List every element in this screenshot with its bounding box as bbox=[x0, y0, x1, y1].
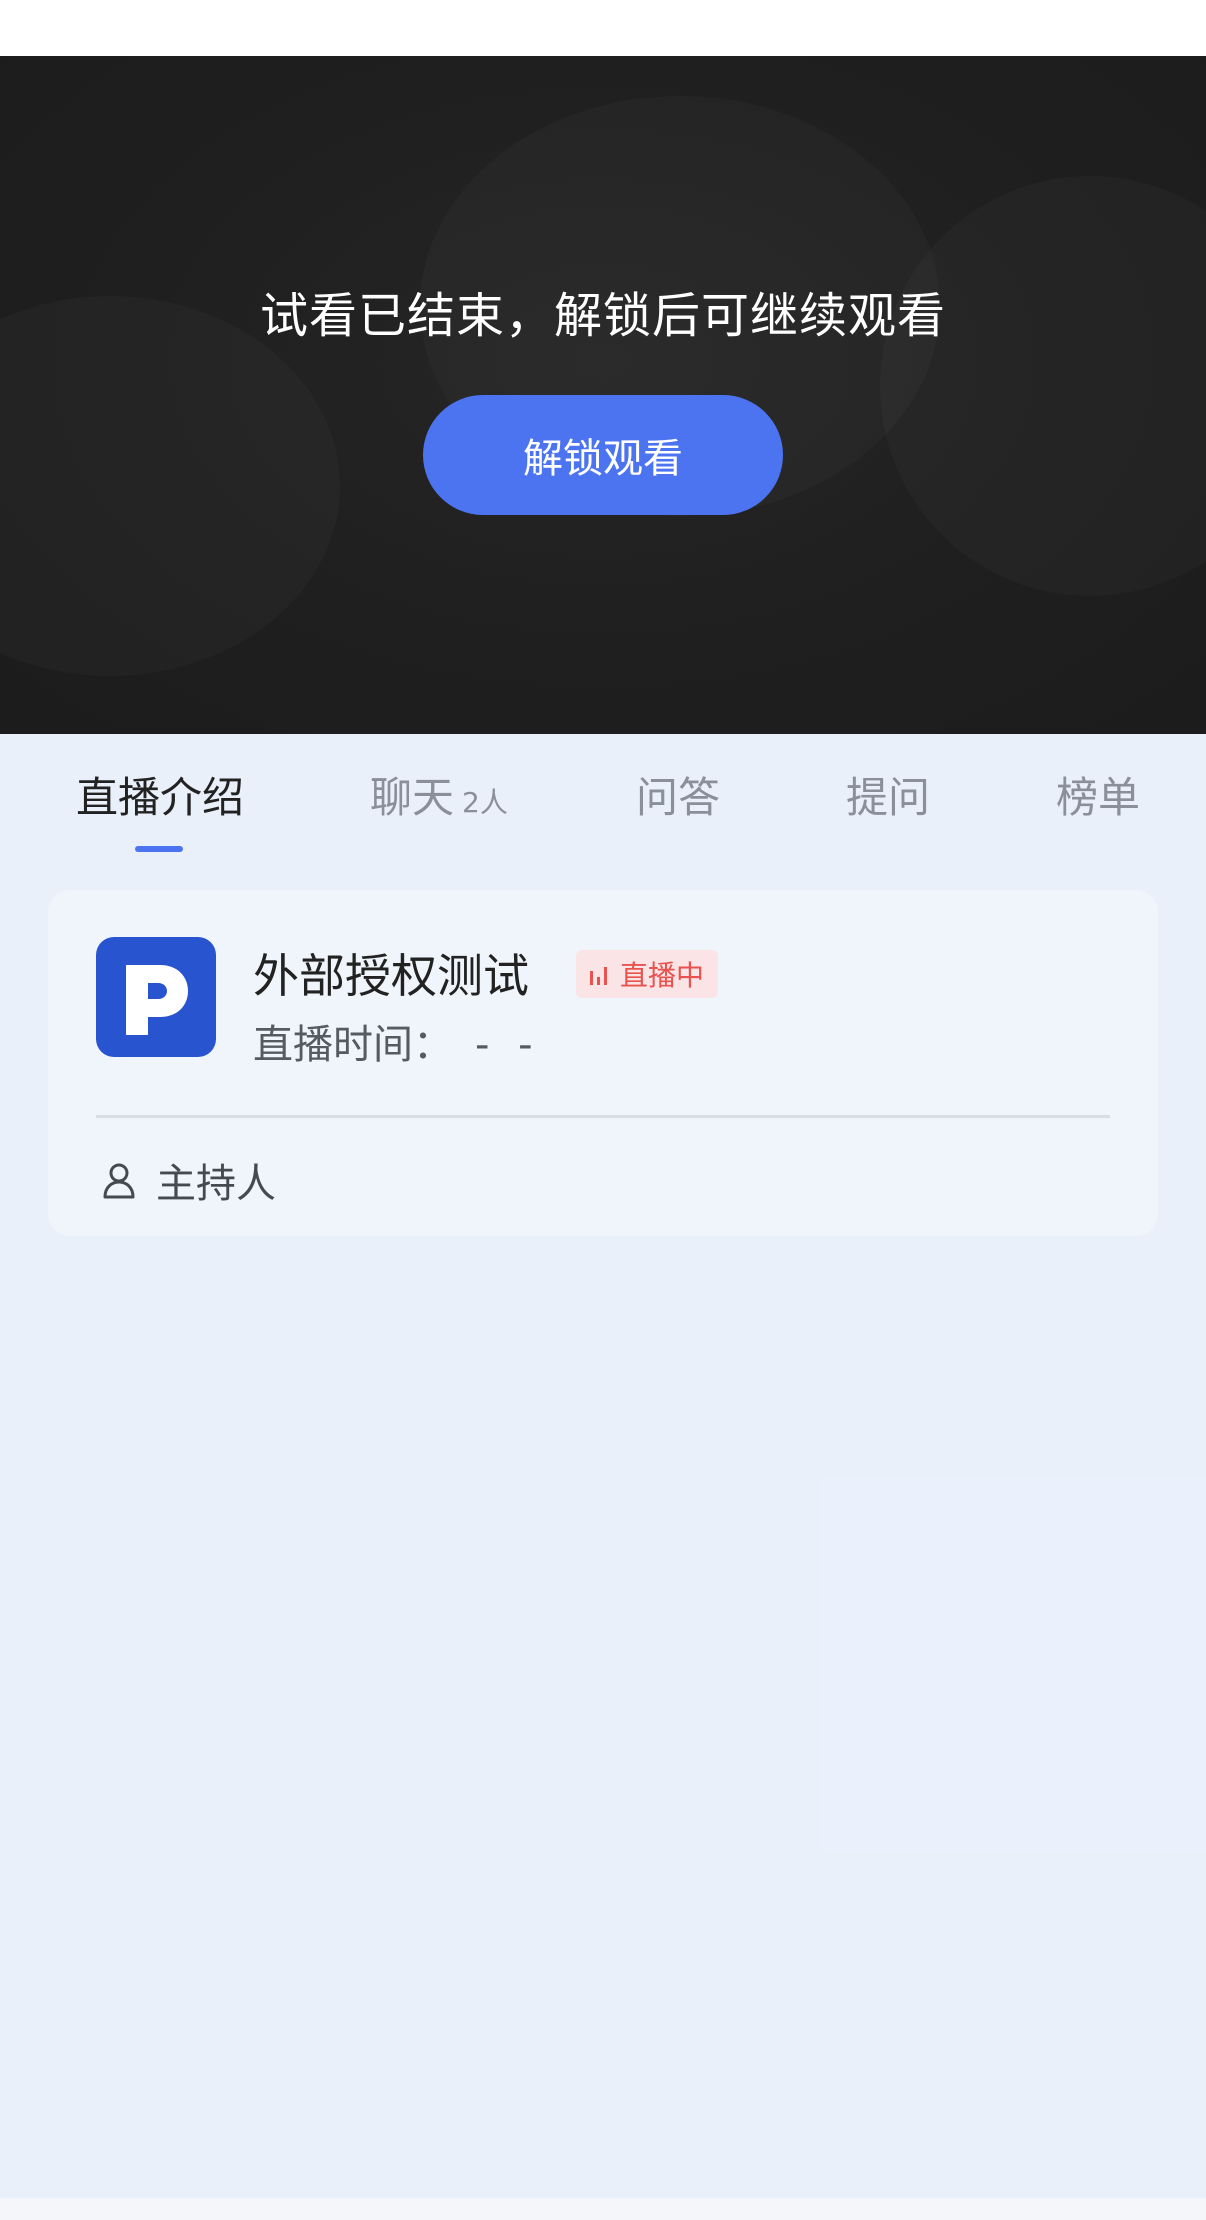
live-info-card: 外部授权测试 直播中 直播时间： - - 主持人 bbox=[48, 890, 1158, 1236]
background-blur-shape bbox=[0, 296, 340, 676]
chat-count: 2人 bbox=[462, 786, 508, 819]
host-row: 主持人 bbox=[102, 1152, 276, 1208]
tab-chat[interactable]: 聊天 2人 bbox=[370, 764, 508, 825]
tab-ask[interactable]: 提问 bbox=[846, 764, 930, 825]
status-bar bbox=[0, 0, 1206, 56]
tab-qa[interactable]: 问答 bbox=[636, 764, 720, 825]
live-title: 外部授权测试 bbox=[253, 949, 529, 1003]
trial-ended-message: 试看已结束，解锁后可继续观看 bbox=[259, 288, 946, 344]
tab-label: 提问 bbox=[846, 773, 931, 822]
video-player[interactable]: 试看已结束，解锁后可继续观看 解锁观看 bbox=[0, 56, 1206, 734]
divider bbox=[96, 1115, 1110, 1118]
person-icon bbox=[103, 1163, 135, 1199]
bottom-strip bbox=[0, 2198, 1206, 2220]
tab-live-intro[interactable]: 直播介绍 bbox=[76, 764, 244, 825]
tab-label: 直播介绍 bbox=[76, 773, 245, 822]
live-time-label: 直播时间： bbox=[253, 1022, 453, 1068]
tab-ranking[interactable]: 榜单 bbox=[1056, 764, 1140, 825]
live-status-badge: 直播中 bbox=[576, 950, 719, 998]
bar-chart-icon bbox=[590, 967, 607, 985]
host-label: 主持人 bbox=[156, 1161, 276, 1207]
background-panel bbox=[820, 1478, 1206, 1852]
tab-bar: 直播介绍 聊天 2人 问答 提问 榜单 bbox=[0, 734, 1206, 864]
background-blur-shape bbox=[880, 176, 1206, 596]
live-time-row: 直播时间： - - bbox=[253, 1012, 541, 1070]
live-time-value: - - bbox=[475, 1022, 541, 1068]
polyv-p-logo-icon bbox=[96, 937, 216, 1057]
live-badge-label: 直播中 bbox=[620, 959, 705, 992]
tab-label: 问答 bbox=[636, 773, 721, 822]
unlock-watch-button[interactable]: 解锁观看 bbox=[423, 395, 783, 515]
active-tab-indicator bbox=[135, 846, 183, 852]
tab-label: 聊天 bbox=[370, 773, 455, 822]
tab-label: 榜单 bbox=[1056, 773, 1141, 822]
